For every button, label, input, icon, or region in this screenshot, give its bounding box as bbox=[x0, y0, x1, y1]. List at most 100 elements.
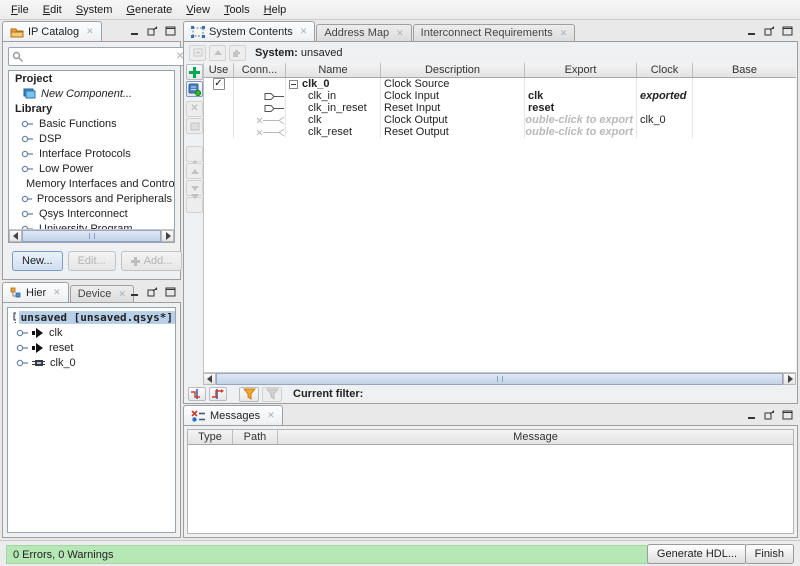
tree-item-dsp[interactable]: DSP bbox=[9, 131, 174, 146]
minimize-icon[interactable] bbox=[129, 26, 140, 36]
tree-item-memory-interfaces[interactable]: Memory Interfaces and Controllers bbox=[9, 176, 174, 191]
scroll-right-icon[interactable] bbox=[161, 230, 174, 242]
column-header-connections[interactable]: Conn... bbox=[234, 63, 286, 77]
column-header-use[interactable]: Use bbox=[204, 63, 234, 77]
ip-search-input[interactable] bbox=[27, 50, 173, 64]
maximize-icon[interactable] bbox=[165, 287, 176, 297]
column-header-name[interactable]: Name bbox=[286, 63, 381, 77]
move-up-button[interactable] bbox=[186, 163, 203, 179]
column-header-message[interactable]: Message bbox=[278, 430, 793, 444]
move-top-button[interactable] bbox=[186, 146, 203, 162]
tree-item-basic-functions[interactable]: Basic Functions bbox=[9, 116, 174, 131]
table-row-clk-0[interactable]: ✓ clk_0 Clock Source bbox=[204, 78, 796, 90]
float-icon[interactable] bbox=[764, 410, 775, 420]
table-row-clk-in[interactable]: clk_in Clock Input clk exported bbox=[204, 90, 796, 102]
tab-interconnect-requirements[interactable]: Interconnect Requirements ✕ bbox=[413, 24, 576, 41]
export-hint[interactable]: Double-click to export bbox=[525, 126, 637, 138]
menu-generate[interactable]: Generate bbox=[119, 2, 179, 18]
table-row-clk[interactable]: clk Clock Output Double-click to export … bbox=[204, 114, 796, 126]
export-value[interactable]: reset bbox=[525, 102, 637, 114]
edit-component-button[interactable] bbox=[186, 118, 203, 134]
column-header-description[interactable]: Description bbox=[381, 63, 525, 77]
column-header-path[interactable]: Path bbox=[233, 430, 278, 444]
table-row-clk-in-reset[interactable]: clk_in_reset Reset Input reset bbox=[204, 102, 796, 114]
maximize-icon[interactable] bbox=[165, 26, 176, 36]
tab-messages[interactable]: Messages ✕ bbox=[183, 405, 283, 425]
expander-icon[interactable] bbox=[16, 329, 29, 337]
tree-item-project[interactable]: Project bbox=[9, 71, 174, 86]
add-component-button[interactable] bbox=[186, 64, 203, 80]
move-up-hierarchy-button[interactable] bbox=[209, 45, 226, 61]
show-interfaces-button[interactable] bbox=[209, 387, 227, 401]
close-icon[interactable]: ✕ bbox=[560, 29, 568, 38]
generate-hdl-button[interactable]: Generate HDL... bbox=[647, 544, 747, 564]
finish-button[interactable]: Finish bbox=[745, 544, 794, 564]
edit-button[interactable]: Edit... bbox=[68, 251, 116, 271]
close-icon[interactable]: ✕ bbox=[300, 27, 308, 36]
tree-item-interface-protocols[interactable]: Interface Protocols bbox=[9, 146, 174, 161]
scroll-right-icon[interactable] bbox=[783, 373, 796, 385]
menu-file[interactable]: File bbox=[4, 2, 36, 18]
unconnected-output-icon[interactable] bbox=[255, 128, 285, 137]
scrollbar-thumb[interactable] bbox=[22, 230, 161, 242]
tree-item-reset[interactable]: reset bbox=[8, 340, 175, 355]
maximize-icon[interactable] bbox=[782, 410, 793, 420]
clear-filter-button[interactable] bbox=[262, 387, 282, 402]
minimize-icon[interactable] bbox=[746, 410, 757, 420]
unconnected-output-icon[interactable] bbox=[255, 116, 285, 125]
add-button[interactable]: Add... bbox=[121, 251, 183, 271]
column-header-export[interactable]: Export bbox=[525, 63, 637, 77]
minimize-icon[interactable] bbox=[746, 26, 757, 36]
column-header-type[interactable]: Type bbox=[188, 430, 233, 444]
new-button[interactable]: New... bbox=[12, 251, 63, 271]
tab-address-map[interactable]: Address Map ✕ bbox=[316, 24, 411, 41]
float-icon[interactable] bbox=[147, 26, 158, 36]
expander-icon[interactable] bbox=[16, 344, 29, 352]
filter-button[interactable] bbox=[239, 387, 259, 402]
expander-icon[interactable] bbox=[21, 135, 34, 143]
expander-icon[interactable] bbox=[21, 165, 34, 173]
tab-device[interactable]: Device ✕ bbox=[70, 285, 134, 302]
show-signals-button[interactable] bbox=[188, 387, 206, 401]
close-icon[interactable]: ✕ bbox=[86, 27, 94, 36]
tree-item-processors-peripherals[interactable]: Processors and Peripherals bbox=[9, 191, 174, 206]
use-checkbox[interactable]: ✓ bbox=[213, 78, 225, 90]
tree-item-new-component[interactable]: New Component... bbox=[9, 86, 174, 101]
scroll-left-icon[interactable] bbox=[9, 230, 22, 242]
close-icon[interactable]: ✕ bbox=[396, 29, 404, 38]
minimize-icon[interactable] bbox=[129, 287, 140, 297]
tree-item-clk-0[interactable]: clk_0 bbox=[8, 355, 175, 370]
close-icon[interactable]: ✕ bbox=[267, 411, 275, 420]
tab-hierarchy[interactable]: Hier ✕ bbox=[2, 282, 69, 302]
new-component-button[interactable] bbox=[186, 81, 203, 97]
expander-icon[interactable] bbox=[21, 120, 34, 128]
export-hint[interactable]: Double-click to export bbox=[525, 114, 637, 126]
tree-item-clk[interactable]: clk bbox=[8, 325, 175, 340]
column-header-clock[interactable]: Clock bbox=[637, 63, 693, 77]
expander-icon[interactable] bbox=[21, 195, 32, 203]
menu-system[interactable]: System bbox=[69, 2, 120, 18]
maximize-icon[interactable] bbox=[782, 26, 793, 36]
close-icon[interactable]: ✕ bbox=[53, 288, 61, 297]
table-row-clk-reset[interactable]: clk_reset Reset Output Double-click to e… bbox=[204, 126, 796, 138]
menu-view[interactable]: View bbox=[179, 2, 217, 18]
tree-item-low-power[interactable]: Low Power bbox=[9, 161, 174, 176]
ip-tree-horizontal-scrollbar[interactable] bbox=[9, 229, 174, 242]
float-icon[interactable] bbox=[764, 26, 775, 36]
tree-item-qsys-interconnect[interactable]: Qsys Interconnect bbox=[9, 206, 174, 221]
remove-component-button[interactable]: ✕ bbox=[186, 101, 203, 117]
close-icon[interactable]: ✕ bbox=[118, 290, 126, 299]
expander-icon[interactable] bbox=[21, 150, 34, 158]
tree-item-root-unsaved[interactable]: unsaved [unsaved.qsys*] bbox=[8, 310, 175, 325]
menu-tools[interactable]: Tools bbox=[217, 2, 257, 18]
scroll-left-icon[interactable] bbox=[203, 373, 216, 385]
tab-ip-catalog[interactable]: IP Catalog ✕ bbox=[2, 21, 102, 41]
collapse-icon[interactable] bbox=[289, 80, 298, 89]
table-horizontal-scrollbar[interactable] bbox=[203, 372, 796, 385]
export-value[interactable]: clk bbox=[525, 90, 637, 102]
menu-edit[interactable]: Edit bbox=[36, 2, 69, 18]
expander-icon[interactable] bbox=[21, 210, 34, 218]
column-header-base[interactable]: Base bbox=[693, 63, 796, 77]
move-bottom-button[interactable] bbox=[186, 197, 203, 213]
float-icon[interactable] bbox=[147, 287, 158, 297]
